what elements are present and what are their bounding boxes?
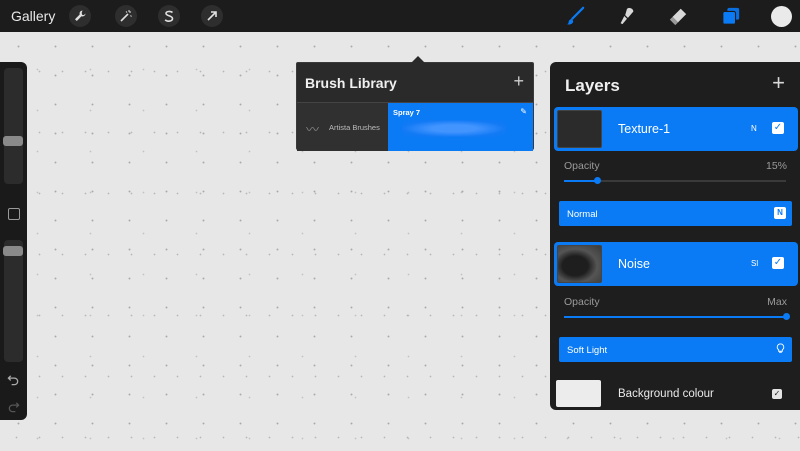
top-toolbar: Gallery	[0, 0, 800, 32]
opacity-value: 15%	[765, 160, 787, 172]
opacity-slider[interactable]	[564, 313, 790, 320]
brush-size-slider[interactable]	[3, 68, 23, 184]
gallery-button[interactable]: Gallery	[11, 8, 55, 24]
brush-icon	[566, 6, 585, 25]
edit-brush-icon[interactable]: ✎	[520, 107, 527, 116]
opacity-slider-fill	[564, 316, 786, 318]
layer-blend-mode-button[interactable]: Sl	[751, 259, 758, 268]
layers-icon	[722, 7, 740, 25]
layer-thumbnail	[557, 110, 602, 148]
add-layer-button[interactable]: +	[772, 72, 785, 94]
layer-blend-mode-button[interactable]: N	[751, 124, 757, 133]
opacity-slider-knob[interactable]	[594, 177, 602, 184]
background-visibility-checkbox[interactable]: ✓	[772, 389, 782, 399]
blend-mode-dropdown[interactable]: Soft Light	[559, 337, 792, 362]
redo-button[interactable]	[6, 400, 20, 414]
magic-wand-icon	[120, 10, 132, 22]
layer-thumbnail	[557, 245, 602, 283]
brush-name: Spray 7	[393, 108, 421, 117]
opacity-slider-fill	[564, 180, 598, 182]
layers-panel: Layers + Texture-1 N ✓ Opacity 15% Norma…	[550, 62, 800, 410]
layers-tool[interactable]	[719, 5, 743, 27]
brush-opacity-thumb[interactable]	[3, 246, 23, 256]
blend-mode-label: Normal	[567, 209, 598, 220]
blend-mode-dropdown[interactable]: Normal N	[559, 201, 792, 226]
opacity-label: Opacity	[564, 296, 600, 308]
transform-arrow-icon	[207, 11, 217, 21]
selection-s-icon	[164, 10, 174, 22]
blend-mode-n-icon: N	[774, 207, 786, 219]
brush-item-selected[interactable]: Spray 7 ✎	[388, 103, 533, 151]
layer-name: Texture-1	[618, 122, 671, 136]
selection-button[interactable]	[158, 5, 180, 27]
smudge-icon	[620, 7, 634, 25]
wrench-icon	[75, 10, 86, 21]
opacity-label: Opacity	[564, 160, 600, 172]
brush-stroke-preview	[402, 120, 506, 137]
lightbulb-icon	[774, 343, 786, 355]
eraser-icon	[669, 8, 687, 26]
brush-set-item[interactable]: 〰 Artista Brushes	[297, 103, 388, 151]
opacity-value: Max	[767, 296, 787, 308]
brush-library-title: Brush Library	[305, 75, 397, 91]
eraser-tool[interactable]	[666, 5, 690, 27]
brush-library-body: 〰 Artista Brushes Spray 7 ✎	[297, 102, 533, 151]
brush-tool[interactable]	[563, 5, 587, 27]
brush-opacity-slider[interactable]	[3, 240, 23, 362]
brush-set-label: Artista Brushes	[329, 123, 380, 132]
undo-button[interactable]	[6, 373, 20, 387]
opacity-slider-knob[interactable]	[783, 313, 790, 320]
layer-row-texture[interactable]: Texture-1 N ✓	[554, 107, 798, 151]
background-colour-swatch[interactable]	[556, 380, 601, 407]
brush-library-panel: Brush Library + 〰 Artista Brushes Spray …	[296, 56, 534, 151]
modify-button[interactable]	[8, 208, 20, 220]
brush-stroke-icon: 〰	[306, 122, 320, 137]
layer-row-noise[interactable]: Noise Sl ✓	[554, 242, 798, 286]
left-sidebar	[0, 62, 27, 420]
redo-icon	[8, 402, 20, 413]
opacity-slider[interactable]	[564, 177, 786, 184]
adjustments-button[interactable]	[115, 5, 137, 27]
blend-mode-label: Soft Light	[567, 345, 608, 356]
transform-button[interactable]	[201, 5, 223, 27]
smudge-tool[interactable]	[615, 5, 639, 27]
color-picker-button[interactable]	[771, 6, 792, 27]
layers-title: Layers	[565, 76, 620, 95]
layer-name: Noise	[618, 257, 650, 271]
brush-size-thumb[interactable]	[3, 136, 23, 146]
actions-button[interactable]	[69, 5, 91, 27]
layer-visibility-checkbox[interactable]: ✓	[772, 122, 784, 134]
layer-visibility-checkbox[interactable]: ✓	[772, 257, 784, 269]
add-brush-button[interactable]: +	[513, 72, 524, 90]
undo-icon	[6, 375, 18, 386]
background-layer-name: Background colour	[618, 388, 714, 400]
